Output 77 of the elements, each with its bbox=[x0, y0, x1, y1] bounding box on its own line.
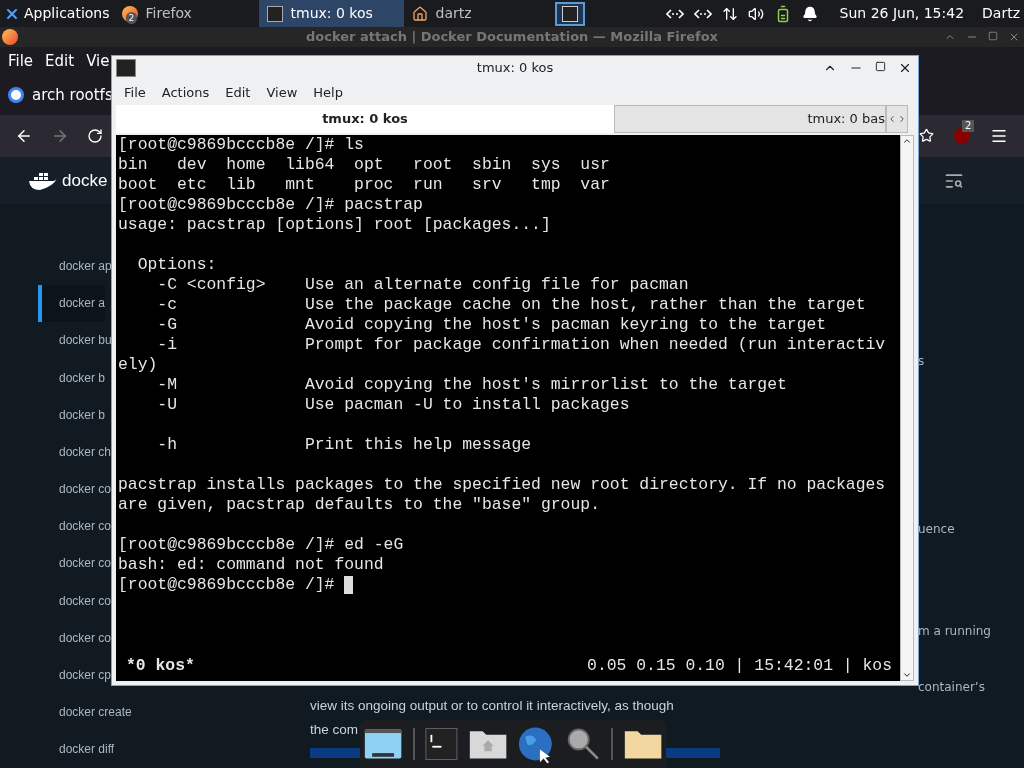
terminal-line: usage: pacstrap [options] root [packages...] bbox=[118, 215, 551, 235]
sidebar-item[interactable]: docker co bbox=[38, 619, 112, 657]
maximize-icon[interactable] bbox=[875, 61, 886, 72]
volume-icon[interactable] bbox=[747, 5, 764, 22]
paragraph-line: the com bbox=[310, 721, 359, 739]
terminal-line: are given, pacstrap defaults to the "base" group. bbox=[118, 495, 600, 515]
terminal-tab[interactable]: tmux: 0 kos bbox=[116, 105, 614, 133]
home-icon bbox=[411, 5, 428, 22]
menu-item[interactable]: Actions bbox=[161, 82, 210, 103]
terminal-line: -i Prompt for package confirmation when needed (run interactiv bbox=[156, 335, 886, 355]
session-name: *0 kos* bbox=[126, 656, 195, 676]
network-icon[interactable] bbox=[693, 7, 712, 20]
menu-item[interactable]: File bbox=[124, 82, 146, 103]
terminal-line: boot etc lib mnt proc run srv tmp var bbox=[118, 175, 610, 195]
transfer-icon[interactable] bbox=[721, 5, 738, 22]
terminal-line: -h Print this help message bbox=[156, 435, 532, 455]
close-icon[interactable] bbox=[898, 61, 912, 75]
scroll-down-icon[interactable] bbox=[902, 670, 912, 680]
terminal-line: [root@c9869bcccb8e /]# ed -eG bbox=[118, 535, 404, 555]
google-icon bbox=[8, 86, 24, 103]
applications-menu[interactable]: Applications bbox=[0, 0, 114, 27]
sidebar-item[interactable]: docker ch bbox=[38, 433, 112, 471]
menu-item[interactable]: Vie bbox=[86, 49, 110, 73]
terminal-line: pacstrap installs packages to the specified new root directory. If no packages bbox=[118, 475, 886, 495]
sidebar-item[interactable]: docker co bbox=[38, 507, 112, 545]
terminal-line: [root@c9869bcccb8e /]# ls bbox=[118, 135, 364, 155]
taskbar-item[interactable]: dartz bbox=[403, 0, 549, 27]
workspace-switcher[interactable] bbox=[554, 1, 585, 26]
terminal-line: Options: bbox=[136, 255, 217, 275]
terminal-tab[interactable]: tmux: 0 bas bbox=[614, 105, 886, 133]
terminal-line: [root@c9869bcccb8e /]# pacstrap bbox=[118, 195, 423, 215]
bookmark-star-icon[interactable] bbox=[919, 128, 934, 144]
status-text: 0.05 0.15 0.10 | 15:42:01 | kos bbox=[587, 656, 892, 676]
terminal-line: -M Avoid copying the host's mirrorlist to the target bbox=[156, 375, 787, 395]
sidebar-item[interactable]: docker create bbox=[38, 693, 132, 731]
menu-item[interactable]: Help bbox=[313, 82, 343, 103]
terminal-line: bash: ed: command not found bbox=[118, 555, 384, 575]
sidebar-item[interactable]: docker b bbox=[38, 396, 106, 434]
menu-item[interactable]: Edit bbox=[45, 49, 75, 73]
terminal-line: -C <config> Use an alternate config file for pacman bbox=[156, 275, 689, 295]
terminal-line: -c Use the package cache on the host, rather than the target bbox=[156, 295, 866, 315]
text-fragment: container’s bbox=[918, 679, 986, 697]
text-fragment: uence bbox=[918, 521, 956, 539]
terminal-line: -G Avoid copying the host's pacman keyring to the target bbox=[156, 315, 827, 335]
logo-wordmark: docke bbox=[62, 170, 108, 192]
sidebar-item[interactable]: docker bu bbox=[38, 321, 112, 359]
sidebar-item[interactable]: docker diff bbox=[38, 730, 115, 768]
terminal-line: bin dev home lib64 opt root sbin sys usr bbox=[118, 155, 610, 175]
sidebar-item[interactable]: docker co bbox=[38, 470, 112, 508]
window-title: tmux: 0 kos bbox=[476, 59, 554, 78]
sidebar-item[interactable]: docker co bbox=[38, 544, 112, 583]
text-fragment: m a running bbox=[918, 623, 992, 641]
notification-icon[interactable] bbox=[801, 5, 818, 22]
sidebar-item[interactable]: docker cp bbox=[38, 656, 112, 694]
scrollbar[interactable] bbox=[900, 135, 914, 681]
taskbar-item[interactable]: tmux: 0 kos bbox=[258, 0, 404, 27]
sidebar-item[interactable]: docker ap bbox=[38, 247, 112, 285]
menu-item[interactable]: View bbox=[266, 82, 298, 103]
terminal-line: -U Use pacman -U to install packages bbox=[156, 395, 630, 415]
user-name[interactable]: Dartz bbox=[982, 3, 1020, 24]
reload-icon[interactable] bbox=[87, 127, 103, 144]
clock[interactable]: Sun 26 Jun, 15:42 bbox=[839, 3, 965, 24]
network-icon[interactable] bbox=[665, 7, 684, 20]
menu-item[interactable]: Edit bbox=[225, 82, 251, 103]
terminal-line: ely) bbox=[118, 355, 158, 375]
window-title: docker attach | Docker Documentation — Mozilla Firefox bbox=[305, 28, 718, 47]
browser-tab[interactable]: arch rootfs bbox=[8, 83, 113, 107]
scroll-up-icon[interactable] bbox=[902, 136, 912, 146]
sidebar-item[interactable]: docker co bbox=[38, 582, 112, 620]
sidebar-item[interactable]: docker b bbox=[38, 358, 106, 397]
count-badge: 2 bbox=[962, 119, 975, 132]
text-fragment: s bbox=[918, 353, 926, 371]
menu-item[interactable]: File bbox=[8, 49, 34, 73]
taskbar-item[interactable]: 2 Firefox bbox=[113, 0, 259, 27]
paragraph-line: view its ongoing output or to control it interactively, as though bbox=[310, 697, 674, 715]
terminal-line: [root@c9869bcccb8e /]# bbox=[118, 575, 336, 595]
sidebar-item[interactable]: docker a bbox=[38, 284, 106, 322]
